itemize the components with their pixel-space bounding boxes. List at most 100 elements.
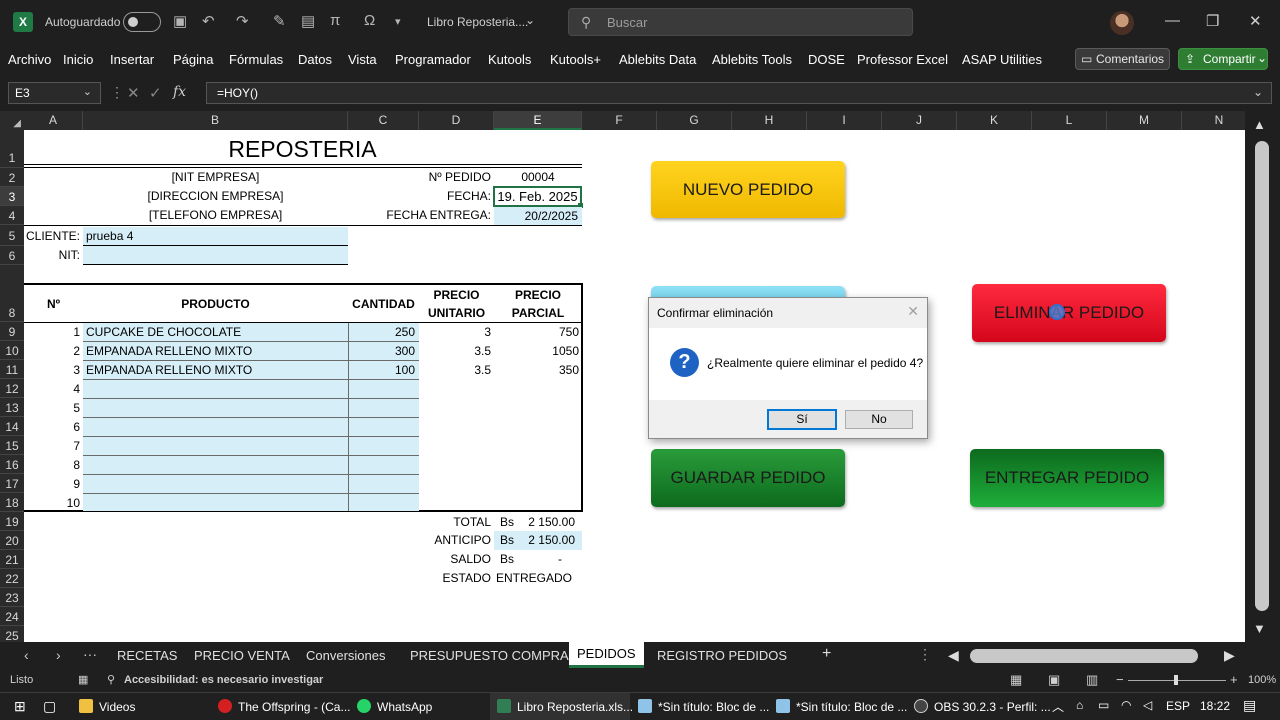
zoom-slider-thumb[interactable] <box>1174 675 1178 685</box>
menu-dose[interactable]: DOSE <box>808 52 845 67</box>
row-cantidad[interactable] <box>348 475 419 494</box>
guardar-pedido-button[interactable]: GUARDAR PEDIDO <box>651 449 845 507</box>
row-header-8[interactable]: 8 <box>0 265 24 322</box>
row-cantidad[interactable]: 100 <box>348 361 419 380</box>
page-layout-icon[interactable]: ▣ <box>1048 672 1060 688</box>
nit-value[interactable] <box>83 246 348 265</box>
col-header-n[interactable]: N <box>1182 111 1245 130</box>
comments-button[interactable]: ▭ Comentarios <box>1075 48 1170 70</box>
save-icon[interactable]: ▣ <box>173 12 187 30</box>
language-indicator[interactable]: ESP <box>1166 699 1190 713</box>
row-header-20[interactable]: 20 <box>0 531 24 550</box>
menu-inicio[interactable]: Inicio <box>63 52 93 67</box>
row-header-18[interactable]: 18 <box>0 493 24 512</box>
row-producto[interactable]: EMPANADA RELLENO MIXTO <box>83 342 348 361</box>
file-title[interactable]: Libro Reposteria.... <box>427 15 528 29</box>
row-header-24[interactable]: 24 <box>0 607 24 626</box>
accessibility-icon[interactable]: ⚲ <box>107 673 115 686</box>
name-box[interactable]: E3 ⌄ <box>8 82 101 104</box>
omega-icon[interactable]: Ω <box>364 12 375 29</box>
menu-insertar[interactable]: Insertar <box>110 52 154 67</box>
row-header-5[interactable]: 5 <box>0 225 24 246</box>
wifi-icon[interactable]: ◠ <box>1121 698 1131 712</box>
page-break-icon[interactable]: ▥ <box>1086 672 1098 688</box>
fecha-value[interactable]: 19. Feb. 2025 <box>493 186 582 207</box>
taskbar-item-music[interactable]: The Offspring - (Ca... <box>218 699 350 714</box>
yes-button[interactable]: Sí <box>767 409 837 430</box>
col-header-c[interactable]: C <box>348 111 419 130</box>
vertical-scrollbar[interactable]: ▲ ▼ <box>1245 111 1280 642</box>
row-producto[interactable]: EMPANADA RELLENO MIXTO <box>83 361 348 380</box>
row-cantidad[interactable] <box>348 380 419 399</box>
row-header-1[interactable]: 1 <box>0 130 24 168</box>
menu-pagina[interactable]: Página <box>173 52 213 67</box>
row-producto[interactable] <box>83 494 348 511</box>
row-header-25[interactable]: 25 <box>0 626 24 642</box>
select-all-corner[interactable]: ◢ <box>0 111 24 130</box>
row-header-9[interactable]: 9 <box>0 322 24 341</box>
menu-professor-excel[interactable]: Professor Excel <box>857 52 948 67</box>
row-cantidad[interactable]: 250 <box>348 323 419 342</box>
row-header-22[interactable]: 22 <box>0 569 24 588</box>
pedido-value[interactable]: 00004 <box>494 168 582 186</box>
filter-icon[interactable]: ▤ <box>301 12 315 30</box>
col-header-a[interactable]: A <box>24 111 83 130</box>
row-header-10[interactable]: 10 <box>0 341 24 360</box>
form-icon[interactable]: ✎ <box>273 12 286 30</box>
menu-ablebits-data[interactable]: Ablebits Data <box>619 52 696 67</box>
row-header-14[interactable]: 14 <box>0 417 24 436</box>
cliente-value[interactable]: prueba 4 <box>83 227 348 246</box>
col-header-m[interactable]: M <box>1107 111 1182 130</box>
row-producto[interactable] <box>83 475 348 494</box>
row-producto[interactable] <box>83 418 348 437</box>
row-header-16[interactable]: 16 <box>0 455 24 474</box>
row-header-19[interactable]: 19 <box>0 512 24 531</box>
menu-kutools-plus[interactable]: Kutools+ <box>550 52 601 67</box>
tab-recetas[interactable]: RECETAS <box>117 648 177 663</box>
redo-icon[interactable]: ↷ <box>236 12 249 30</box>
row-cantidad[interactable] <box>348 437 419 456</box>
menu-vista[interactable]: Vista <box>348 52 377 67</box>
pi-icon[interactable]: π <box>330 12 340 29</box>
row-header-15[interactable]: 15 <box>0 436 24 455</box>
row-header-17[interactable]: 17 <box>0 474 24 493</box>
enter-icon[interactable]: ✓ <box>149 84 162 102</box>
tab-more-icon[interactable]: ··· <box>83 646 97 662</box>
col-header-k[interactable]: K <box>957 111 1032 130</box>
expand-formula-icon[interactable]: ⌄ <box>1253 85 1263 99</box>
scroll-down-icon[interactable]: ▼ <box>1253 621 1266 636</box>
restore-icon[interactable]: ❐ <box>1206 12 1219 30</box>
row-cantidad[interactable] <box>348 456 419 475</box>
row-producto[interactable] <box>83 437 348 456</box>
clock[interactable]: 18:22 <box>1200 699 1230 713</box>
nuevo-pedido-button[interactable]: NUEVO PEDIDO <box>651 161 845 218</box>
hscroll-right-icon[interactable]: ▶ <box>1224 647 1235 664</box>
scroll-up-icon[interactable]: ▲ <box>1253 117 1266 132</box>
battery-icon[interactable]: ▭ <box>1098 698 1109 712</box>
menu-programador[interactable]: Programador <box>395 52 471 67</box>
tray-chevron-icon[interactable]: ︿ <box>1052 698 1064 715</box>
horizontal-scroll-thumb[interactable] <box>970 649 1198 663</box>
menu-asap-utilities[interactable]: ASAP Utilities <box>962 52 1042 67</box>
dialog-close-icon[interactable]: ✕ <box>907 303 919 320</box>
eliminar-pedido-button[interactable]: ELIMINAR PEDIDO <box>972 284 1166 342</box>
task-view-icon[interactable]: ▢ <box>43 698 56 715</box>
col-header-i[interactable]: I <box>807 111 882 130</box>
anticipo-cell[interactable]: Bs 2 150.00 <box>494 531 582 550</box>
row-header-12[interactable]: 12 <box>0 379 24 398</box>
row-header-3[interactable]: 3 <box>0 187 24 206</box>
taskbar-item-notepad-2[interactable]: *Sin título: Bloc de ... <box>776 699 907 714</box>
avatar[interactable] <box>1110 11 1134 35</box>
namebox-dropdown-icon[interactable]: ⌄ <box>83 85 92 98</box>
row-producto[interactable] <box>83 399 348 418</box>
no-button[interactable]: No <box>845 410 913 429</box>
menu-formulas[interactable]: Fórmulas <box>229 52 283 67</box>
row-header-23[interactable]: 23 <box>0 588 24 607</box>
col-header-d[interactable]: D <box>419 111 494 130</box>
row-cantidad[interactable] <box>348 399 419 418</box>
row-header-11[interactable]: 11 <box>0 360 24 379</box>
tab-split-icon[interactable]: ⋮ <box>918 646 932 663</box>
autosave-toggle[interactable] <box>123 12 161 32</box>
share-dropdown-icon[interactable]: ⌄ <box>1257 51 1267 65</box>
spreadsheet-grid[interactable]: ◢ A B C D E F G H I J K L M N 1 2 3 4 5 … <box>0 111 1245 642</box>
